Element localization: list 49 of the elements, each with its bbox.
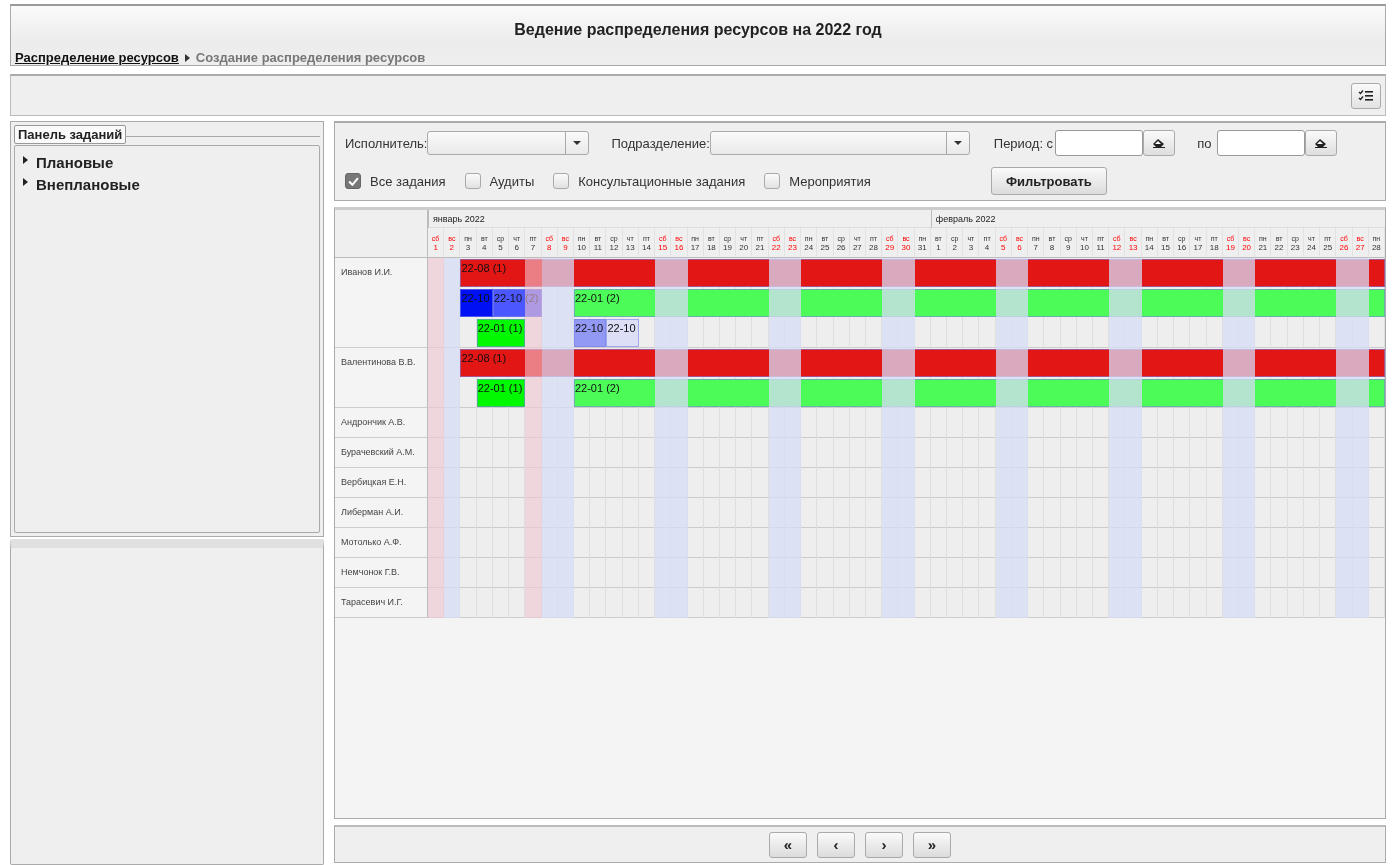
checkbox[interactable]: Мероприятия bbox=[764, 173, 871, 189]
employee-name: Валентинова В.В. bbox=[335, 348, 428, 408]
page-nav-button[interactable]: « bbox=[769, 831, 807, 858]
task-bar[interactable]: 22-01 (1) bbox=[476, 319, 526, 347]
eraser-icon bbox=[1152, 138, 1167, 148]
clear-button[interactable] bbox=[1305, 130, 1338, 156]
employee-name: Вербицкая Е.Н. bbox=[335, 468, 428, 498]
employee-name: Тарасевич И.Г. bbox=[335, 588, 428, 618]
task-bar[interactable]: 22-01 (1) bbox=[476, 379, 526, 407]
date-field[interactable] bbox=[1217, 130, 1306, 156]
employee-name: Мотолько А.Ф. bbox=[335, 528, 428, 558]
employee-name: Немчонок Г.В. bbox=[335, 558, 428, 588]
eraser-icon bbox=[1314, 138, 1329, 148]
filter-button[interactable]: Фильтровать bbox=[991, 167, 1107, 195]
page-nav-button[interactable]: › bbox=[865, 831, 903, 858]
employee-name: Бурачевский А.М. bbox=[335, 438, 428, 468]
caret-icon bbox=[953, 141, 962, 145]
field-label: Исполнитель: bbox=[345, 135, 428, 151]
page-nav-button[interactable]: » bbox=[913, 831, 951, 858]
month-header: январь 2022 bbox=[428, 210, 931, 228]
tree-item[interactable]: Внеплановые bbox=[36, 175, 140, 193]
chevron-icon bbox=[184, 53, 190, 62]
checkbox[interactable]: Все задания bbox=[345, 173, 446, 189]
field-label: Период: с bbox=[993, 135, 1054, 151]
expand-arrow-icon[interactable] bbox=[23, 177, 28, 186]
checkmark-icon bbox=[347, 176, 359, 186]
page-nav-button[interactable]: ‹ bbox=[817, 831, 855, 858]
tree-item[interactable]: Плановые bbox=[36, 153, 114, 171]
employee-name: Либерман А.И. bbox=[335, 498, 428, 528]
checklist-icon bbox=[1358, 88, 1374, 103]
task-bar[interactable]: 22-10 bbox=[573, 319, 607, 347]
employee-name: Андрончик А.В. bbox=[335, 408, 428, 438]
breadcrumb-link[interactable]: Распределение ресурсов bbox=[15, 50, 179, 65]
month-header: февраль 2022 bbox=[930, 210, 1385, 228]
employee-name: Иванов И.И. bbox=[335, 258, 428, 348]
page-title: Ведение распределения ресурсов на 2022 год bbox=[513, 20, 883, 40]
date-field[interactable] bbox=[1055, 130, 1144, 156]
breadcrumb-current: Создание распределения ресурсов bbox=[195, 50, 426, 65]
task-bar[interactable]: 22-10 (2) bbox=[492, 289, 542, 317]
expand-arrow-icon[interactable] bbox=[23, 155, 28, 164]
task-bar[interactable]: 22-10 bbox=[606, 319, 639, 347]
clear-button[interactable] bbox=[1143, 130, 1176, 156]
panel-title: Панель заданий bbox=[14, 125, 127, 144]
checkbox[interactable]: Аудиты bbox=[464, 173, 535, 189]
field-label: по bbox=[1197, 135, 1212, 151]
caret-icon bbox=[573, 141, 582, 145]
checkbox[interactable]: Консультационные задания bbox=[553, 173, 746, 189]
field-label: Подразделение: bbox=[611, 135, 710, 151]
checklist-button[interactable] bbox=[1351, 82, 1381, 109]
